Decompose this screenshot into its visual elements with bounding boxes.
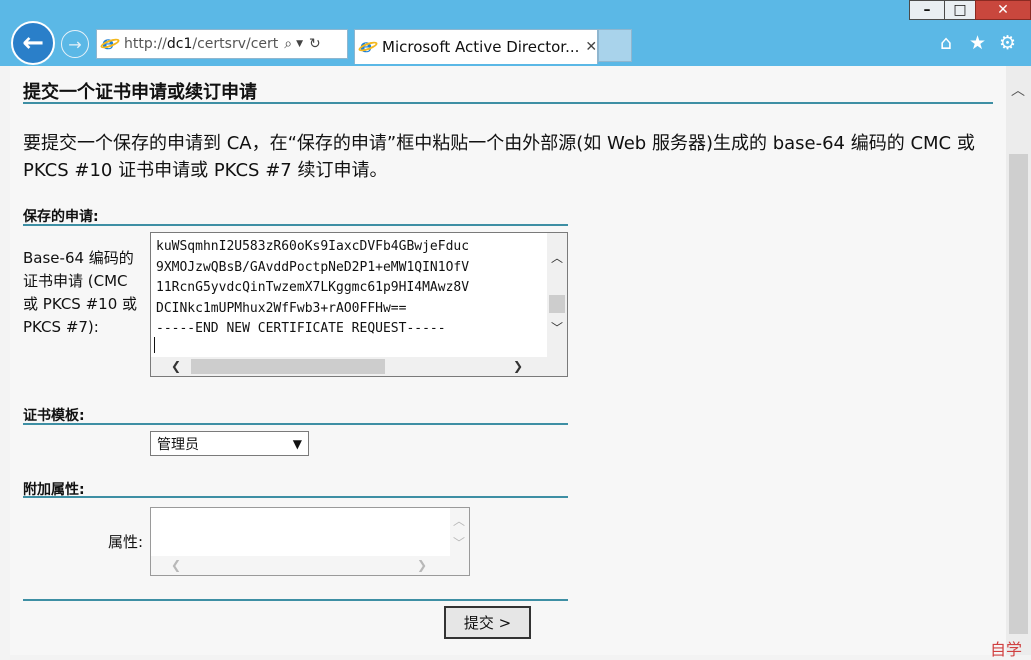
saved-request-divider <box>23 224 568 226</box>
minimize-button[interactable]: – <box>909 0 945 20</box>
tab-active[interactable]: e Microsoft Active Director... ✕ <box>354 29 598 64</box>
new-tab-button[interactable] <box>598 29 632 62</box>
textarea-hscrollbar[interactable]: ❮ ❯ <box>151 357 567 376</box>
submit-button[interactable]: 提交 > <box>444 606 531 639</box>
ie-tab-icon: e <box>357 35 379 57</box>
scroll-up-icon[interactable]: ︿ <box>1011 80 1025 100</box>
request-line: DCINkc1mUPMhux2WfFwb3+rAO0FFHw== <box>156 300 407 316</box>
request-line: kuWSqmhnI2U583zR60oKs9IaxcDVFb4GBwjeFduc <box>156 239 470 254</box>
intro-text: 要提交一个保存的申请到 CA，在“保存的申请”框中粘贴一个由外部源(如 Web … <box>23 133 975 181</box>
chevron-down-icon[interactable]: ﹀ <box>453 534 465 551</box>
dropdown-icon[interactable]: ▼ <box>296 39 303 49</box>
scrollbar-thumb[interactable] <box>1009 154 1028 634</box>
textarea-vscrollbar[interactable]: ︿ ﹀ <box>547 233 567 357</box>
textarea-vthumb[interactable] <box>549 295 565 313</box>
template-select[interactable]: 管理员 ▼ <box>150 431 309 456</box>
chevron-down-icon: ▼ <box>292 436 302 451</box>
chevron-down-icon[interactable]: ﹀ <box>551 319 563 336</box>
chevron-right-icon[interactable]: ❯ <box>417 558 427 572</box>
attributes-divider <box>23 496 568 498</box>
tab-title: Microsoft Active Director... <box>382 38 580 56</box>
template-divider <box>23 423 568 425</box>
forward-button[interactable]: → <box>61 30 89 58</box>
template-heading: 证书模板: <box>23 408 85 424</box>
attributes-vscrollbar[interactable]: ︿ ﹀ <box>450 508 469 557</box>
search-icon[interactable]: ⌕ <box>284 36 292 52</box>
bottom-divider <box>23 599 568 601</box>
request-line: 9XMOJzwQBsB/GAvddPoctpNeD2P1+eMW1QIN1OfV <box>156 259 470 275</box>
watermark: 自学 <box>990 640 1023 659</box>
attributes-label: 属性: <box>108 533 144 551</box>
page-title: 提交一个证书申请或续订申请 <box>23 82 257 103</box>
page-scrollbar[interactable]: ︿ <box>1006 66 1031 655</box>
text-caret <box>154 337 155 353</box>
saved-request-label: Base-64 编码的证书申请 (CMC 或 PKCS #10 或 PKCS #… <box>23 249 138 336</box>
title-divider <box>23 102 993 104</box>
star-icon[interactable]: ★ <box>969 32 986 54</box>
refresh-icon[interactable]: ↻ <box>309 36 321 52</box>
forward-arrow-icon: → <box>68 34 82 54</box>
attributes-hscrollbar[interactable]: ❮ ❯ <box>151 556 469 575</box>
close-icon[interactable]: ✕ <box>585 39 597 55</box>
home-icon[interactable]: ⌂ <box>940 32 952 54</box>
address-bar[interactable]: e http://dc1/certsrv/cert ⌕ ▼ ↻ <box>96 29 348 59</box>
close-window-button[interactable]: ✕ <box>975 0 1031 20</box>
chevron-left-icon[interactable]: ❮ <box>171 558 181 572</box>
saved-request-textarea[interactable]: kuWSqmhnI2U583zR60oKs9IaxcDVFb4GBwjeFduc… <box>150 232 568 377</box>
maximize-button[interactable]: □ <box>944 0 976 20</box>
request-line: 11RcnG5yvdcQinTwzemX7LKggmc61p9HI4MAwz8V <box>156 280 470 295</box>
chevron-right-icon[interactable]: ❯ <box>513 359 523 373</box>
chevron-left-icon[interactable]: ❮ <box>171 359 181 373</box>
back-arrow-icon: ← <box>22 28 44 58</box>
back-button[interactable]: ← <box>11 21 55 65</box>
browser-toolbar: – □ ✕ ← → e http://dc1/certsrv/cert ⌕ ▼ … <box>0 0 1031 66</box>
saved-request-heading: 保存的申请: <box>23 209 99 225</box>
chevron-up-icon[interactable]: ︿ <box>453 512 465 529</box>
gear-icon[interactable]: ⚙ <box>999 32 1016 54</box>
ie-icon: e <box>99 32 121 54</box>
request-text[interactable]: kuWSqmhnI2U583zR60oKs9IaxcDVFb4GBwjeFduc… <box>156 237 544 355</box>
textarea-hthumb[interactable] <box>191 359 385 374</box>
url-text[interactable]: http://dc1/certsrv/cert <box>124 36 278 52</box>
template-selected-value: 管理员 <box>157 436 199 453</box>
request-line: -----END NEW CERTIFICATE REQUEST----- <box>156 321 446 336</box>
attributes-textarea[interactable]: ︿ ﹀ ❮ ❯ <box>150 507 470 576</box>
chevron-up-icon[interactable]: ︿ <box>551 249 563 266</box>
